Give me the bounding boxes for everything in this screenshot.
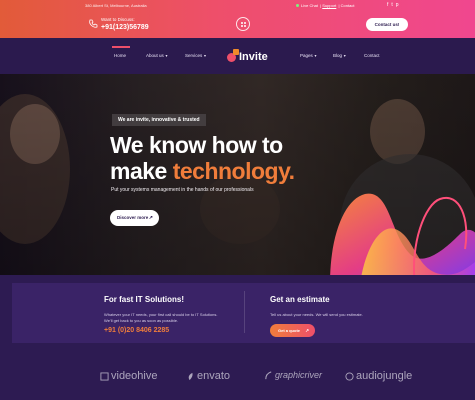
partner-envato: envato <box>186 370 230 382</box>
topbar-phone[interactable]: +91(123)56789 <box>101 24 149 31</box>
support-link[interactable]: Support <box>322 3 336 8</box>
page: 380 Albert St, Melbourne, Australia Want… <box>0 0 475 400</box>
it-solutions-title: For fast IT Solutions! <box>104 295 184 304</box>
it-solutions-text-line1: Whatever your IT needs, your first call … <box>104 312 218 317</box>
nav-about[interactable]: About us▼ <box>146 53 168 58</box>
pinterest-icon[interactable]: p <box>396 2 402 8</box>
nav-pages[interactable]: Pages▼ <box>300 53 317 58</box>
hero-section: We are invite, innovative & trusted We k… <box>0 74 475 275</box>
online-dot-icon <box>296 4 299 7</box>
nav-blog[interactable]: Blog▼ <box>333 53 346 58</box>
gradient-shape-graphic <box>330 193 475 275</box>
nav-home[interactable]: Home <box>111 46 131 58</box>
get-quote-button[interactable]: Get a quote ↗ <box>270 324 315 337</box>
hero-badge: We are invite, innovative & trusted <box>112 114 206 126</box>
contact-us-button[interactable]: Contact us! <box>366 18 408 31</box>
estimate-text: Tell us about your needs. We will send y… <box>270 312 363 317</box>
hero-title-accent: technology. <box>172 158 295 184</box>
partner-videohive: videohive <box>100 370 157 382</box>
it-solutions-text-line2: We'll get back to you as soon as possibl… <box>104 318 179 323</box>
partner-audiojungle: audiojungle <box>345 370 412 382</box>
live-chat-link[interactable]: Live Chat <box>301 3 318 8</box>
estimate-title: Get an estimate <box>270 295 330 304</box>
contact-link[interactable]: Contact <box>341 3 355 8</box>
topbar-links: Live Chat | Support | Contact <box>296 3 354 8</box>
phone-icon <box>89 19 98 28</box>
menu-grid-icon[interactable] <box>236 17 250 31</box>
chevron-down-icon: ▼ <box>343 54 347 58</box>
nav-contact[interactable]: Contact <box>364 53 380 58</box>
social-links: ftp <box>387 2 402 8</box>
chevron-down-icon: ▼ <box>203 54 207 58</box>
audiojungle-logo-icon <box>345 372 354 381</box>
logo-text: Invite <box>239 51 268 63</box>
nav-services[interactable]: Services▼ <box>185 53 207 58</box>
videohive-logo-icon <box>100 372 109 381</box>
chevron-down-icon: ▼ <box>313 54 318 58</box>
arrow-up-right-icon: ↗ <box>148 215 153 221</box>
top-bar: 380 Albert St, Melbourne, Australia Want… <box>0 0 475 38</box>
graphicriver-logo-icon <box>265 371 272 380</box>
discover-more-button[interactable]: Discover more ↗ <box>110 210 159 226</box>
hero-title-line2: make technology. <box>110 158 295 184</box>
partner-graphicriver: graphicriver <box>264 370 322 380</box>
arrow-up-right-icon: ↗ <box>305 328 309 333</box>
site-logo[interactable]: Invite <box>227 48 287 68</box>
address-text: 380 Albert St, Melbourne, Australia <box>85 3 147 8</box>
chevron-down-icon: ▼ <box>164 54 169 58</box>
it-solutions-phone[interactable]: +91 (0)20 8406 2285 <box>104 327 169 334</box>
hero-title-line1: We know how to <box>110 132 283 158</box>
hero-subtitle: Put your systems management in the hands… <box>111 187 254 193</box>
partner-logos: videohive envato graphicriver audiojungl… <box>0 370 475 388</box>
logo-mark-icon <box>227 49 239 62</box>
call-label: Want to Discuss: <box>101 17 135 22</box>
envato-logo-icon <box>188 372 193 380</box>
info-divider <box>244 291 245 333</box>
